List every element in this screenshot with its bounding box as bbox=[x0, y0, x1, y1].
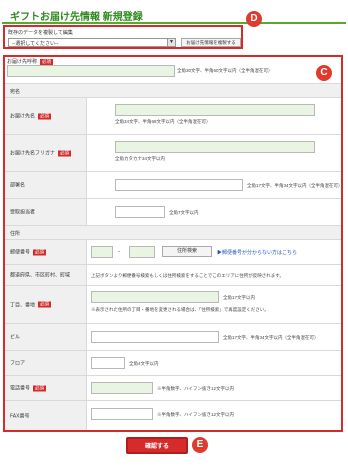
department-label-cell: 部署名 bbox=[5, 172, 87, 198]
postal-separator: - bbox=[118, 249, 120, 255]
duplicate-select[interactable]: --選択してください-- ▼ bbox=[8, 38, 176, 47]
postal-help-link-text: 郵便番号が分からない方はこちら bbox=[222, 250, 298, 256]
required-badge: 必須 bbox=[40, 58, 54, 65]
furigana-label: お届け先名フリガナ bbox=[10, 150, 56, 157]
postal-label-cell: 郵便番号 必須 bbox=[5, 240, 87, 264]
section-address: 住所 bbox=[5, 226, 341, 240]
fax-label: FAX番号 bbox=[10, 413, 30, 419]
required-badge: 必須 bbox=[38, 301, 52, 308]
name-label: お届け先名 bbox=[10, 113, 36, 120]
section-address-label: 住所 bbox=[10, 231, 21, 237]
recipient-person-hint: 全角7文字以内 bbox=[169, 210, 199, 215]
furigana-input[interactable] bbox=[115, 141, 315, 153]
page-title: ギフトお届け先情報 新規登録 bbox=[10, 12, 143, 23]
duplicate-select-value: --選択してください-- bbox=[12, 41, 59, 47]
department-input[interactable] bbox=[115, 179, 243, 191]
row-postal: 郵便番号 必須 - 住所検索 ▶郵便番号が分からない方はこちら bbox=[5, 240, 341, 265]
postal-input-1[interactable] bbox=[91, 246, 113, 258]
duplicate-label: 既存のデータを複製して編集 bbox=[8, 30, 73, 36]
furigana-hint: 全角カタカナ34文字以内 bbox=[115, 156, 166, 161]
marker-e: E bbox=[192, 437, 208, 453]
chome-hint: 全角17文字以内 bbox=[223, 295, 256, 300]
fax-input[interactable] bbox=[91, 408, 153, 420]
floor-input[interactable] bbox=[91, 357, 125, 369]
section-addressee: 宛名 bbox=[5, 84, 341, 98]
floor-label: フロア bbox=[10, 360, 26, 367]
furigana-label-cell: お届け先名フリガナ 必須 bbox=[5, 135, 87, 171]
fax-label-cell: FAX番号 bbox=[5, 401, 87, 430]
building-label: ビル bbox=[10, 334, 21, 341]
postal-label: 郵便番号 bbox=[10, 249, 31, 256]
row-building: ビル 全角17文字、半角34文字以内（全半角混在可） bbox=[5, 324, 341, 351]
phone-label: 電話番号 bbox=[10, 385, 31, 392]
recipient-person-label: 受取担当者 bbox=[10, 209, 36, 216]
row-recipient-id: お届け先呼称 必須 全角30文字、半角60文字以内（全半角混在可） bbox=[5, 57, 341, 84]
department-hint: 全角17文字、半角34文字以内（全半角混在可） bbox=[247, 183, 343, 188]
building-input[interactable] bbox=[91, 331, 219, 343]
chome-label: 丁目、番地 bbox=[10, 302, 36, 308]
phone-input[interactable] bbox=[91, 382, 153, 394]
row-name: お届け先名 必須 全角34文字、半角68文字以内（全半角混在可） bbox=[5, 98, 341, 135]
recipient-id-input[interactable] bbox=[7, 65, 175, 77]
section-addressee-label: 宛名 bbox=[10, 89, 21, 95]
phone-label-cell: 電話番号 必須 bbox=[5, 376, 87, 400]
address-search-button[interactable]: 住所検索 bbox=[162, 246, 212, 257]
chevron-down-icon: ▼ bbox=[167, 39, 175, 46]
fax-hint: ※半角数字、ハイフン抜き12文字以内 bbox=[157, 412, 235, 417]
row-floor: フロア 全角4文字以内 bbox=[5, 351, 341, 376]
department-label: 部署名 bbox=[10, 182, 26, 189]
required-badge: 必須 bbox=[58, 150, 72, 157]
recipient-person-label-cell: 受取担当者 bbox=[5, 199, 87, 225]
floor-hint: 全角4文字以内 bbox=[129, 361, 159, 366]
marker-c: C bbox=[316, 65, 332, 81]
phone-hint: ※半角数字、ハイフン抜き12文字以内 bbox=[157, 386, 235, 391]
required-badge: 必須 bbox=[33, 249, 47, 256]
recipient-id-hint: 全角30文字、半角60文字以内（全半角混在可） bbox=[177, 68, 273, 73]
row-furigana: お届け先名フリガナ 必須 全角カタカナ34文字以内 bbox=[5, 135, 341, 172]
postal-input-2[interactable] bbox=[129, 246, 155, 258]
building-label-cell: ビル bbox=[5, 324, 87, 350]
duplicate-button[interactable]: お届け先情報を複製する bbox=[181, 38, 241, 47]
required-badge: 必須 bbox=[38, 113, 52, 120]
name-label-cell: お届け先名 必須 bbox=[5, 98, 87, 134]
chome-input[interactable] bbox=[91, 291, 219, 303]
row-recipient-person: 受取担当者 全角7文字以内 bbox=[5, 199, 341, 226]
required-badge: 必須 bbox=[33, 385, 47, 392]
prefecture-label: 都道府県、市区町村、町域 bbox=[10, 272, 71, 279]
prefecture-hint: 上記ボタンより郵便番号検索もしくは住所検索をすることでこのエリアに住所が反映され… bbox=[91, 273, 284, 278]
name-hint: 全角34文字、半角68文字以内（全半角混在可） bbox=[115, 119, 211, 124]
row-prefecture: 都道府県、市区町村、町域 上記ボタンより郵便番号検索もしくは住所検索をすることで… bbox=[5, 265, 341, 286]
prefecture-label-cell: 都道府県、市区町村、町域 bbox=[5, 265, 87, 285]
form-panel: お届け先呼称 必須 全角30文字、半角60文字以内（全半角混在可） 宛名 お届け先… bbox=[3, 55, 343, 432]
row-fax: FAX番号 ※半角数字、ハイフン抜き12文字以内 bbox=[5, 401, 341, 430]
row-phone: 電話番号 必須 ※半角数字、ハイフン抜き12文字以内 bbox=[5, 376, 341, 401]
recipient-id-label-wrap: お届け先呼称 必須 bbox=[7, 58, 54, 65]
marker-d: D bbox=[246, 11, 262, 27]
recipient-person-input[interactable] bbox=[115, 206, 165, 218]
confirm-button[interactable]: 確認する bbox=[126, 437, 188, 454]
chome-label-cell: 丁目、番地 必須 bbox=[5, 286, 87, 323]
building-hint: 全角17文字、半角34文字以内（全半角混在可） bbox=[223, 335, 319, 340]
floor-label-cell: フロア bbox=[5, 351, 87, 375]
page-header: ギフトお届け先情報 新規登録 bbox=[2, 8, 346, 24]
name-input[interactable] bbox=[115, 104, 315, 116]
duplicate-panel: 既存のデータを複製して編集 --選択してください-- ▼ お届け先情報を複製する bbox=[3, 25, 243, 49]
chome-note: ※表示された住所の丁目・番地を変更される場合は、「住所検索」で再度設定ください。 bbox=[91, 307, 269, 312]
postal-help-link[interactable]: ▶郵便番号が分からない方はこちら bbox=[217, 249, 297, 256]
row-chome: 丁目、番地 必須 全角17文字以内 ※表示された住所の丁目・番地を変更される場合は… bbox=[5, 286, 341, 324]
row-department: 部署名 全角17文字、半角34文字以内（全半角混在可） bbox=[5, 172, 343, 199]
